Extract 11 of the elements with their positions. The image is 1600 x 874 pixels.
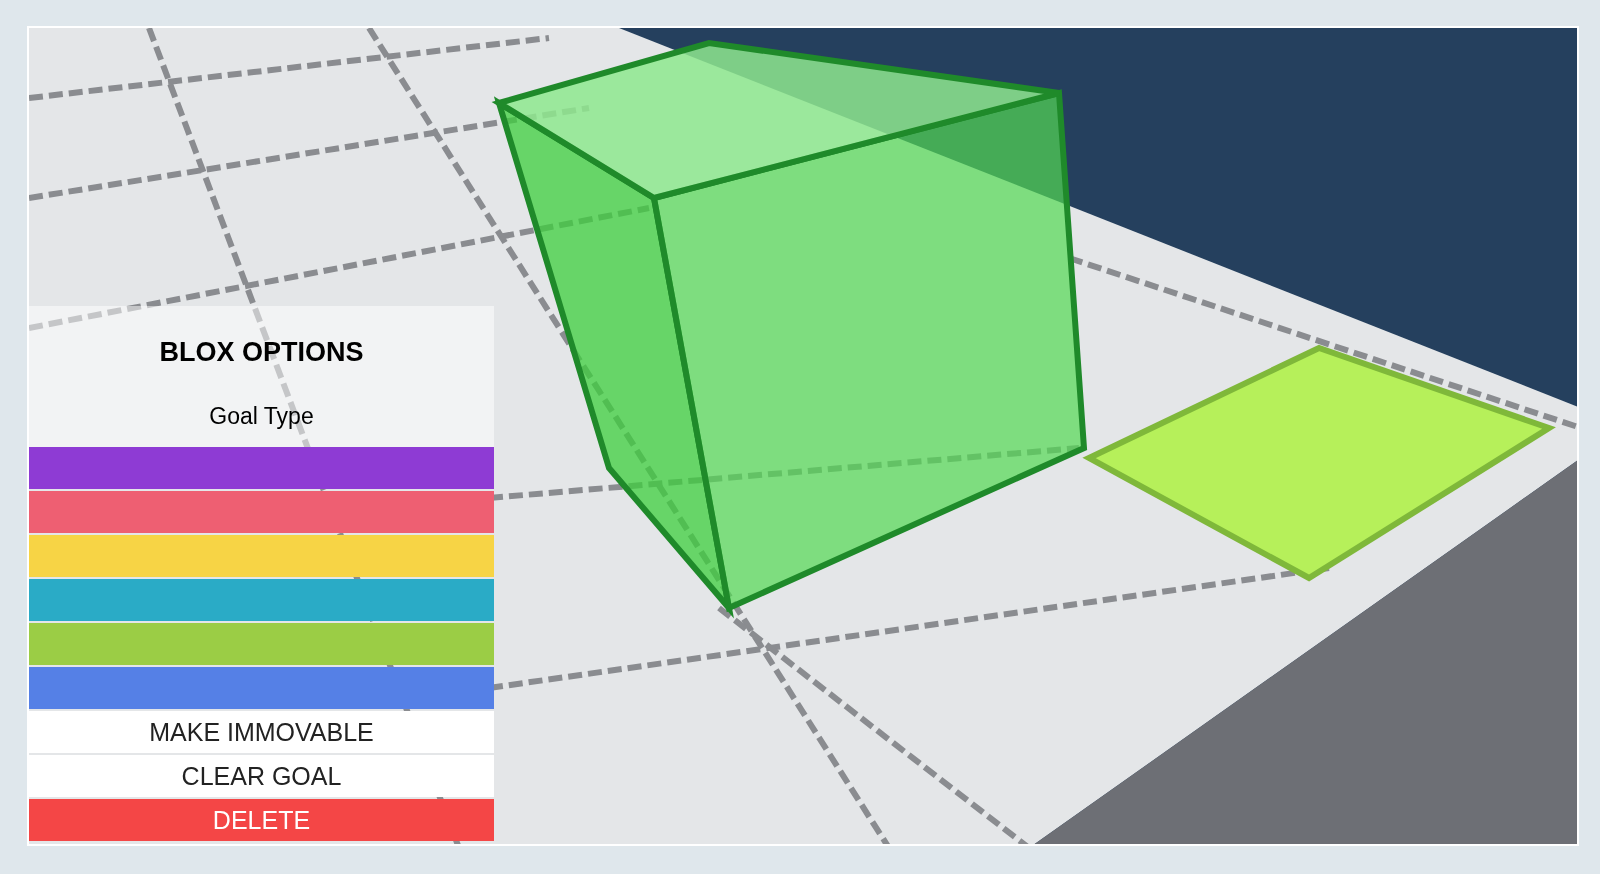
action-button[interactable]: CLEAR GOAL bbox=[29, 755, 494, 797]
goal-type-label: Goal Type bbox=[209, 401, 314, 431]
goal-color-button[interactable] bbox=[29, 579, 494, 621]
goal-color-button[interactable] bbox=[29, 447, 494, 489]
goal-color-button[interactable] bbox=[29, 667, 494, 709]
goal-color-button[interactable] bbox=[29, 623, 494, 665]
panel-title: BLOX OPTIONS bbox=[159, 336, 364, 369]
goal-color-button[interactable] bbox=[29, 491, 494, 533]
goal-color-button[interactable] bbox=[29, 535, 494, 577]
delete-button[interactable]: DELETE bbox=[29, 799, 494, 841]
action-button[interactable]: MAKE IMMOVABLE bbox=[29, 711, 494, 753]
